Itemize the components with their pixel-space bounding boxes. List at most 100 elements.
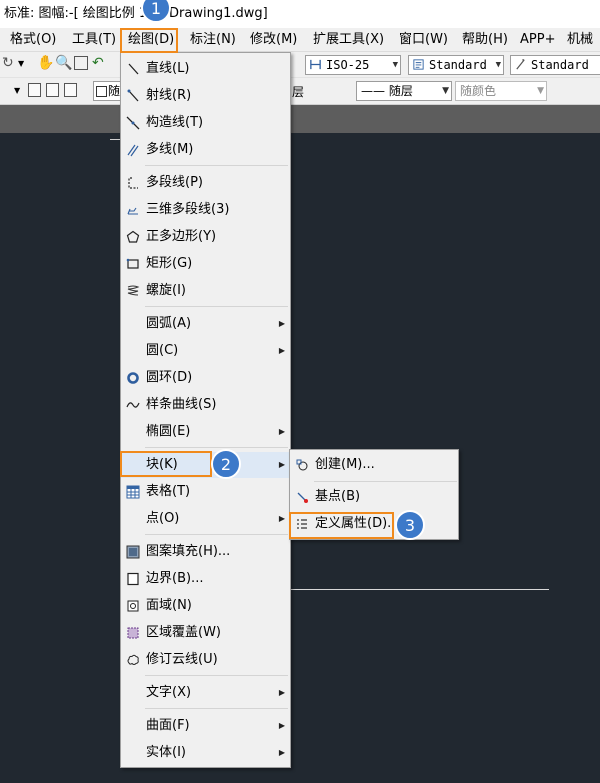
menu-item-label: 面域(N) [146, 598, 192, 613]
menu-item-base-point[interactable]: 基点(B) [290, 484, 458, 510]
submenu-arrow-icon: ▶ [278, 319, 285, 328]
dropdown-arrow-icon[interactable]: ▼ [14, 86, 20, 95]
menu-separator [314, 481, 457, 482]
menu-tools[interactable]: 工具(T) [72, 28, 116, 52]
menu-item-line[interactable]: 直线(L) [121, 56, 290, 82]
revcloud-icon [127, 654, 139, 665]
menu-item-solid[interactable]: 实体(I) ▶ [121, 740, 290, 766]
menu-item-multiline[interactable]: 多线(M) [121, 137, 290, 163]
menu-item-block-create[interactable]: 创建(M)... [290, 452, 458, 478]
linetype-combo[interactable]: —— 随层 ▼ [356, 81, 452, 101]
menu-format[interactable]: 格式(O) [10, 28, 56, 52]
menu-item-circle[interactable]: 圆(C) ▶ [121, 338, 290, 364]
menu-item-construction-line[interactable]: 构造线(T) [121, 110, 290, 136]
submenu-arrow-icon: ▶ [278, 427, 285, 436]
layer-lock-icon[interactable] [28, 83, 41, 97]
color-combo[interactable]: 随颜色 ▼ [455, 81, 547, 101]
menu-item-arc[interactable]: 圆弧(A) ▶ [121, 311, 290, 337]
layer-combo[interactable]: 随 [93, 81, 121, 101]
menu-bar: 格式(O) 工具(T) 绘图(D) 标注(N) 修改(M) 扩展工具(X) 窗口… [0, 28, 600, 52]
menu-item-label: 图案填充(H)... [146, 544, 231, 559]
menu-item-revcloud[interactable]: 修订云线(U) [121, 647, 290, 673]
menu-item-text[interactable]: 文字(X) ▶ [121, 680, 290, 706]
polygon-icon [126, 230, 140, 243]
menu-item-label: 椭圆(E) [146, 424, 191, 439]
menu-item-region[interactable]: 面域(N) [121, 593, 290, 619]
menu-item-boundary[interactable]: 边界(B)... [121, 566, 290, 592]
menu-item-label: 创建(M)... [315, 457, 375, 472]
menu-item-table[interactable]: 表格(T) [121, 479, 290, 505]
layer-toolbar: ▼ 随 层 —— 随层 ▼ 随颜色 ▼ [0, 78, 600, 105]
menu-item-label: 基点(B) [315, 489, 361, 504]
redo-icon[interactable]: ↻ [2, 55, 14, 71]
base-point-icon [297, 492, 308, 503]
menu-item-helix[interactable]: 螺旋(I) [121, 278, 290, 304]
hatch-icon [126, 545, 140, 559]
menu-item-label: 圆(C) [146, 343, 179, 358]
step-badge-3: 3 [395, 510, 425, 540]
menu-item-label: 多线(M) [146, 142, 194, 157]
table-style-value: Standard [531, 58, 589, 72]
menu-item-3d-polyline[interactable]: 三维多段线(3) [121, 197, 290, 223]
zoom-window-icon[interactable] [74, 56, 88, 70]
menu-item-donut[interactable]: 圆环(D) [121, 365, 290, 391]
highlight-box-draw-menu [120, 28, 178, 53]
drawing-line [289, 589, 549, 590]
menu-item-label: 曲面(F) [146, 718, 190, 733]
dimension-style-icon [310, 59, 321, 70]
zoom-previous-icon[interactable]: ↶ [92, 55, 104, 71]
menu-item-hatch[interactable]: 图案填充(H)... [121, 539, 290, 565]
table-style-combo[interactable]: Standard [510, 55, 600, 75]
submenu-arrow-icon: ▶ [278, 748, 285, 757]
menu-item-label: 圆环(D) [146, 370, 193, 385]
menu-app-plus[interactable]: APP+ [520, 28, 555, 52]
construction-line-icon [126, 116, 140, 130]
menu-dimension[interactable]: 标注(N) [190, 28, 236, 52]
table-icon [126, 485, 140, 499]
menu-item-wipeout[interactable]: 区域覆盖(W) [121, 620, 290, 646]
ray-icon [127, 89, 139, 102]
menu-item-label: 射线(R) [146, 88, 192, 103]
title-bar: 标准: 图幅:-[ 绘图比例 1:1] Drawing1.dwg] [0, 0, 600, 28]
layer-properties-icon[interactable] [64, 83, 77, 97]
menu-item-label: 构造线(T) [146, 115, 204, 130]
menu-item-polygon[interactable]: 正多边形(Y) [121, 224, 290, 250]
menu-window[interactable]: 窗口(W) [399, 28, 448, 52]
menu-item-point[interactable]: 点(O) ▶ [121, 506, 290, 532]
menu-item-spline[interactable]: 样条曲线(S) [121, 392, 290, 418]
menu-item-label: 圆弧(A) [146, 316, 192, 331]
menu-mechanical[interactable]: 机械 [567, 28, 593, 52]
text-style-combo[interactable]: Standard ▼ [408, 55, 504, 75]
dimension-style-combo[interactable]: ISO-25 ▼ [305, 55, 401, 75]
pan-icon[interactable]: ✋ [37, 55, 54, 71]
menu-item-ray[interactable]: 射线(R) [121, 83, 290, 109]
rectangle-icon [126, 258, 139, 269]
menu-separator [145, 447, 288, 448]
spline-icon [126, 402, 140, 408]
menu-item-ellipse[interactable]: 椭圆(E) ▶ [121, 419, 290, 445]
zoom-realtime-icon[interactable]: 🔍 [55, 55, 72, 71]
menu-item-surface[interactable]: 曲面(F) ▶ [121, 713, 290, 739]
color-value: 随颜色 [460, 84, 497, 98]
menu-modify[interactable]: 修改(M) [250, 28, 297, 52]
menu-item-rectangle[interactable]: 矩形(G) [121, 251, 290, 277]
draw-menu: 直线(L) 射线(R) 构造线(T) 多线(M) 多段线(P) 三维多段线(3)… [120, 52, 291, 768]
text-style-value: Standard [429, 58, 487, 72]
menu-extension-tools[interactable]: 扩展工具(X) [313, 28, 384, 52]
highlight-box-define-attribute [289, 512, 394, 539]
submenu-arrow-icon: ▶ [278, 688, 285, 697]
layer-previous-icon[interactable] [46, 83, 59, 97]
wipeout-icon [127, 627, 139, 639]
donut-icon [127, 372, 139, 384]
submenu-arrow-icon: ▶ [278, 721, 285, 730]
menu-help[interactable]: 帮助(H) [462, 28, 508, 52]
menu-item-label: 直线(L) [146, 61, 190, 76]
menu-item-label: 边界(B)... [146, 571, 204, 586]
boundary-icon [127, 572, 139, 586]
menu-item-polyline[interactable]: 多段线(P) [121, 170, 290, 196]
menu-separator [145, 306, 288, 307]
window-title: 标准: 图幅:-[ 绘图比例 1:1] Drawing1.dwg] [4, 6, 268, 21]
dropdown-arrow-icon: ▼ [392, 60, 398, 70]
dropdown-arrow-icon[interactable]: ▼ [18, 59, 24, 68]
submenu-arrow-icon: ▶ [278, 346, 285, 355]
